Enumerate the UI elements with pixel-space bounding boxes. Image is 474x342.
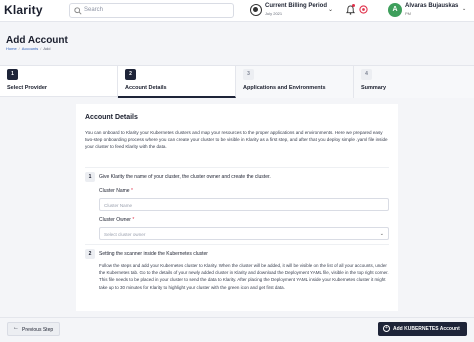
- chevron-down-icon: ⌄: [328, 7, 334, 13]
- cluster-owner-select[interactable]: Select cluster owner ⌄: [99, 227, 389, 240]
- step-number: 3: [243, 69, 254, 80]
- breadcrumb-home[interactable]: Home: [6, 46, 17, 51]
- substep-setup-scanner: 2 Setting the scanner inside the Kuberne…: [85, 244, 389, 311]
- previous-step-button[interactable]: ← Previous Step: [7, 322, 60, 336]
- cluster-name-placeholder: Cluster Name: [104, 203, 133, 208]
- substep-title: Setting the scanner inside the Kubernete…: [99, 251, 208, 257]
- page-title: Add Account: [6, 35, 68, 46]
- cluster-name-field[interactable]: Cluster Name: [99, 198, 389, 211]
- step-select-provider[interactable]: 1 Select Provider: [0, 66, 118, 98]
- step-number: 2: [125, 69, 136, 80]
- breadcrumb-current: Add: [43, 46, 51, 51]
- stepper: 1 Select Provider 2 Account Details 3 Ap…: [0, 65, 474, 98]
- previous-step-label: Previous Step: [22, 326, 54, 333]
- add-account-label: Add KUBERNETES Account: [393, 326, 460, 332]
- step-label: Account Details: [125, 85, 167, 91]
- breadcrumb: Home / Accounts / Add: [6, 46, 51, 51]
- substep-body: Follow the steps and add your Kubernetes…: [99, 263, 389, 290]
- substep-number: 2: [85, 249, 95, 259]
- bottom-bar: ← Previous Step + Add KUBERNETES Account: [0, 317, 474, 342]
- account-details-card: Account Details You can onboard to Klari…: [76, 104, 398, 311]
- step-label: Select Provider: [7, 85, 48, 91]
- billing-subtitle: July 2021: [265, 11, 283, 16]
- billing-title: Current Billing Period: [265, 3, 328, 9]
- step-label: Summary: [361, 85, 387, 91]
- search-input[interactable]: Search: [69, 3, 234, 18]
- step-label: Applications and Environments: [243, 85, 326, 91]
- gear-icon[interactable]: [359, 5, 368, 14]
- step-account-details[interactable]: 2 Account Details: [118, 66, 236, 98]
- intro-text: You can onboard to Klarity your Kubernet…: [85, 130, 388, 149]
- substep-title: Give Klarity the name of your cluster, t…: [99, 174, 271, 180]
- chevron-down-icon[interactable]: ⌄: [462, 6, 466, 12]
- notification-dot: [352, 4, 355, 7]
- billing-icon: [250, 4, 262, 16]
- user-role: PM: [405, 11, 411, 16]
- chevron-down-icon: ⌄: [379, 231, 384, 237]
- substep-number: 1: [85, 172, 95, 182]
- step-summary: 4 Summary: [354, 66, 474, 98]
- billing-period-selector[interactable]: Current Billing Period July 2021 ⌄: [250, 2, 338, 20]
- top-bar: Klarity Search Current Billing Period Ju…: [0, 0, 474, 22]
- cluster-owner-placeholder: Select cluster owner: [104, 232, 146, 237]
- substep-create-cluster: 1 Give Klarity the name of your cluster,…: [85, 167, 389, 247]
- app-logo[interactable]: Klarity: [4, 3, 43, 17]
- step-number: 4: [361, 69, 372, 80]
- step-applications-environments: 3 Applications and Environments: [236, 66, 354, 98]
- section-title: Account Details: [85, 114, 138, 121]
- breadcrumb-accounts[interactable]: Accounts: [22, 46, 38, 51]
- step-number: 1: [7, 69, 18, 80]
- user-name[interactable]: Alvaras Bujauskas: [405, 3, 458, 9]
- cluster-name-label: Cluster Name *: [99, 188, 133, 194]
- avatar[interactable]: A: [388, 3, 402, 17]
- add-account-button[interactable]: + Add KUBERNETES Account: [378, 322, 467, 336]
- arrow-left-icon: ←: [13, 325, 19, 331]
- search-icon: [74, 7, 82, 15]
- plus-circle-icon: +: [383, 325, 390, 332]
- cluster-owner-label: Cluster Owner *: [99, 217, 135, 223]
- search-placeholder: Search: [84, 7, 104, 13]
